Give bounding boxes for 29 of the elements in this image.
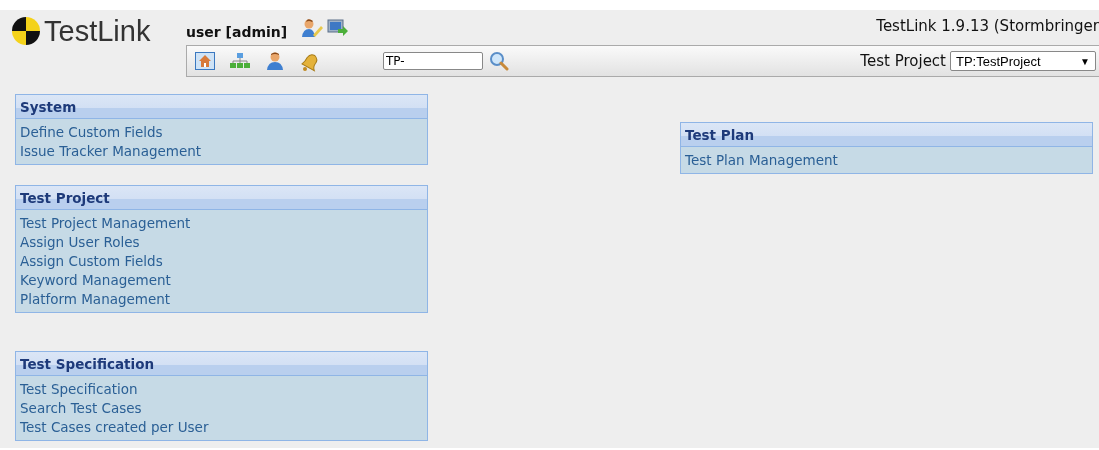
search-icon[interactable] bbox=[489, 51, 509, 71]
menu-link[interactable]: Platform Management bbox=[20, 290, 171, 309]
user-edit-icon[interactable] bbox=[301, 17, 324, 38]
menu-link[interactable]: Keyword Management bbox=[20, 271, 171, 290]
menu-link[interactable]: Issue Tracker Management bbox=[20, 142, 202, 161]
user-name: user [admin] bbox=[186, 23, 288, 40]
menu-link[interactable]: Test Specification bbox=[20, 380, 138, 399]
menu-link[interactable]: Test Project Management bbox=[20, 214, 191, 233]
project-label: Test Project bbox=[860, 52, 946, 70]
logout-icon[interactable] bbox=[327, 17, 350, 38]
version-text: TestLink 1.9.13 (Stormbringer bbox=[876, 17, 1099, 35]
logo-text: TestLink bbox=[44, 16, 151, 46]
menu-link[interactable]: Test Plan Management bbox=[685, 151, 838, 170]
caret-icon: ▼ bbox=[1080, 55, 1090, 67]
home-icon[interactable] bbox=[195, 52, 215, 70]
panel-title: System bbox=[16, 95, 427, 119]
menu-link[interactable]: Assign Custom Fields bbox=[20, 252, 163, 271]
user-icon[interactable] bbox=[265, 51, 285, 71]
project-dropdown[interactable]: TP:TestProject ▼ bbox=[950, 51, 1096, 71]
menu-link[interactable]: Define Custom Fields bbox=[20, 123, 163, 142]
panel-title: Test Specification bbox=[16, 352, 427, 376]
logo-icon bbox=[10, 15, 42, 47]
menu-link[interactable]: Assign User Roles bbox=[20, 233, 140, 252]
tree-icon[interactable] bbox=[229, 52, 251, 70]
menu-link[interactable]: Search Test Cases bbox=[20, 399, 142, 418]
menu-link[interactable]: Test Cases created per User bbox=[20, 418, 209, 437]
search-field[interactable]: TP- bbox=[383, 52, 483, 70]
panel-title: Test Project bbox=[16, 186, 427, 210]
panel-title: Test Plan bbox=[681, 123, 1092, 147]
